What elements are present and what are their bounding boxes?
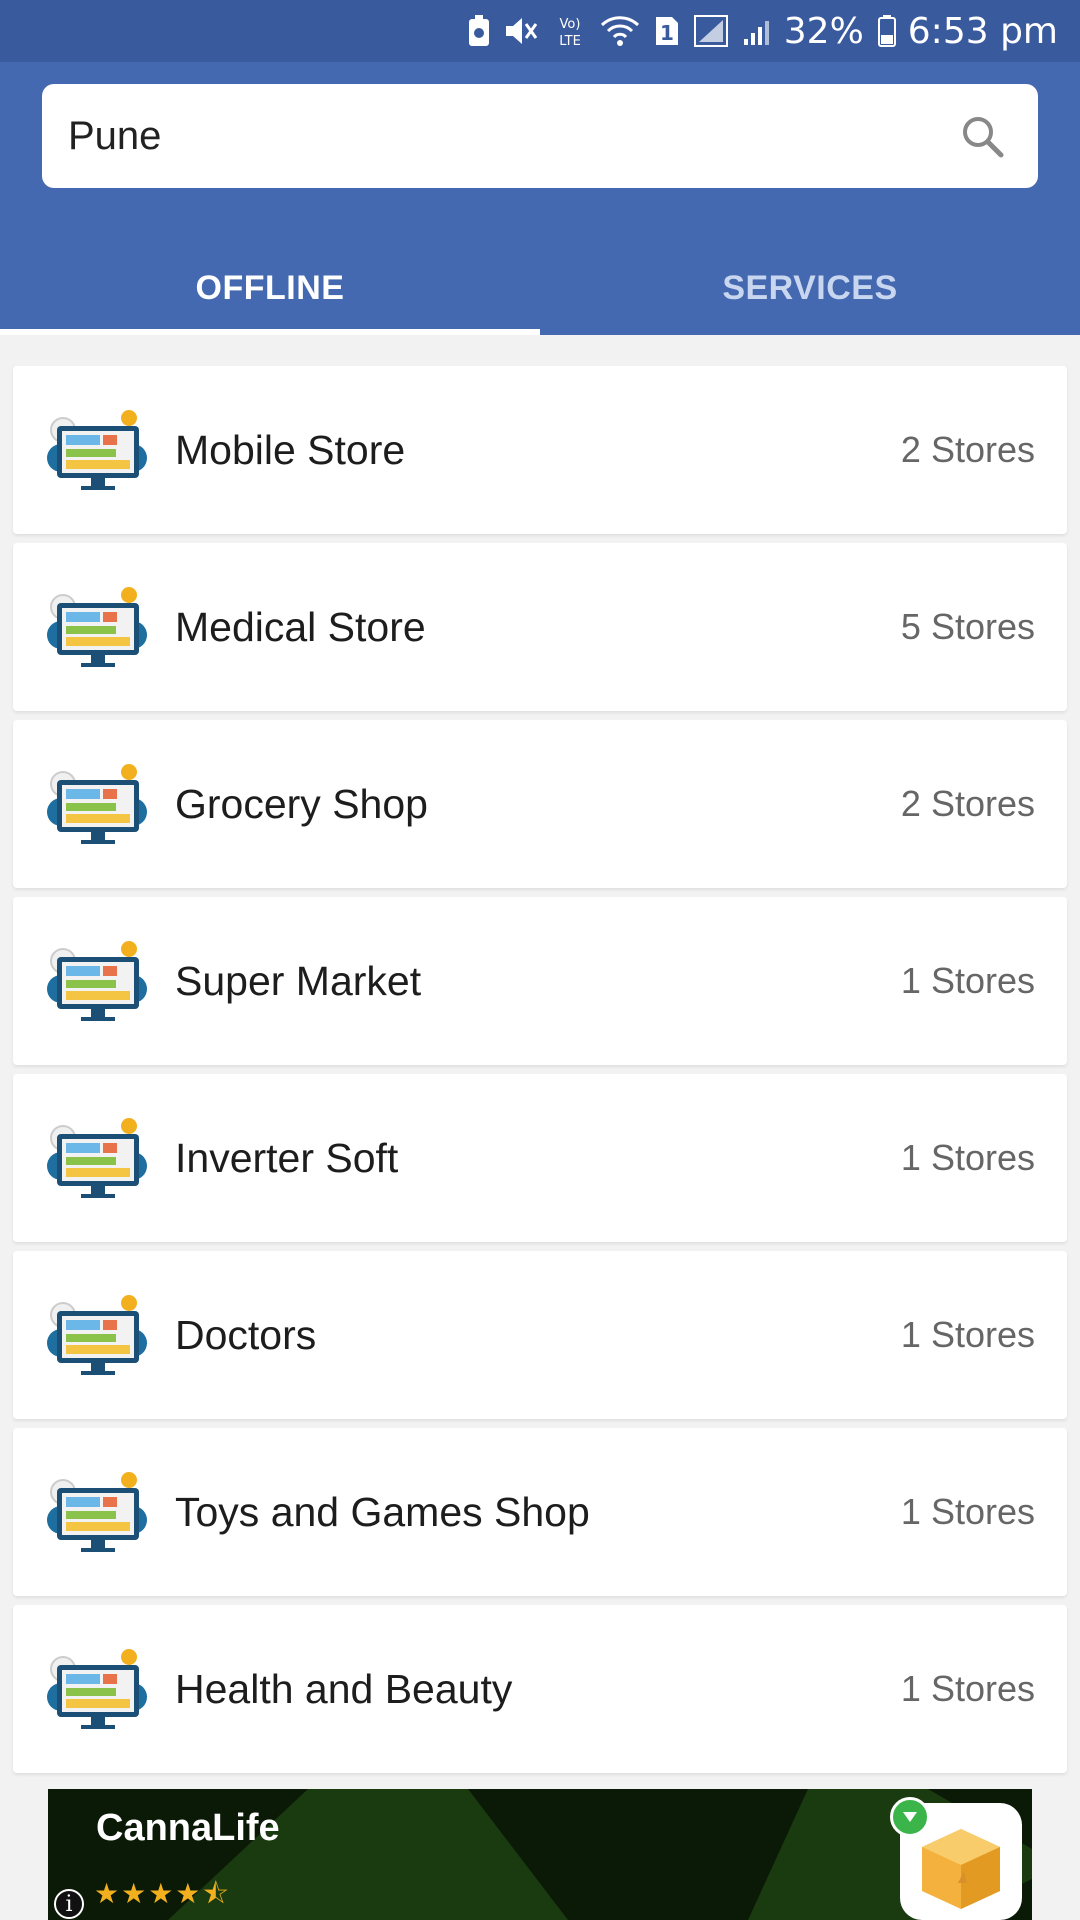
sim-label: 1 bbox=[660, 21, 674, 45]
category-icon bbox=[43, 404, 153, 496]
tab-bar: OFFLINE SERVICES bbox=[0, 247, 1080, 335]
category-icon bbox=[43, 1466, 153, 1558]
sim1-icon: 1 bbox=[654, 15, 680, 47]
store-count: 5 Stores bbox=[900, 606, 1035, 647]
category-icon bbox=[43, 1643, 153, 1735]
clock: 6:53 pm bbox=[907, 10, 1058, 52]
category-row[interactable]: Inverter Soft 1 Stores bbox=[13, 1074, 1067, 1242]
category-name: Super Market bbox=[175, 957, 422, 1004]
tab-offline[interactable]: OFFLINE bbox=[0, 247, 540, 335]
search-input[interactable] bbox=[68, 113, 942, 159]
volte-icon: Vo) LTE bbox=[554, 14, 586, 48]
category-icon bbox=[43, 1289, 153, 1381]
volte-top-label: Vo) bbox=[559, 17, 580, 32]
ad-info-icon[interactable]: i bbox=[54, 1889, 84, 1919]
status-bar: Vo) LTE 1 32% 6:53 pm bbox=[0, 0, 1080, 62]
category-row[interactable]: Health and Beauty 1 Stores bbox=[13, 1605, 1067, 1773]
ad-title: CannaLife bbox=[96, 1807, 280, 1849]
category-name: Doctors bbox=[175, 1311, 317, 1358]
category-row[interactable]: Grocery Shop 2 Stores bbox=[13, 720, 1067, 888]
store-count: 1 Stores bbox=[900, 1668, 1035, 1709]
category-row[interactable]: Mobile Store 2 Stores bbox=[13, 366, 1067, 534]
store-count: 1 Stores bbox=[900, 1491, 1035, 1532]
category-name: Grocery Shop bbox=[175, 780, 428, 827]
category-icon bbox=[43, 935, 153, 1027]
category-name: Inverter Soft bbox=[175, 1134, 399, 1181]
store-count: 2 Stores bbox=[900, 783, 1035, 824]
search-box[interactable] bbox=[42, 84, 1038, 188]
signal-icon-2 bbox=[742, 15, 774, 47]
category-icon bbox=[43, 581, 153, 673]
signal-icon bbox=[693, 15, 728, 47]
battery-saver-icon bbox=[468, 15, 490, 47]
store-count: 1 Stores bbox=[900, 1314, 1035, 1355]
search-icon[interactable] bbox=[942, 114, 1022, 158]
mute-icon bbox=[504, 15, 540, 47]
download-icon bbox=[890, 1797, 930, 1837]
category-name: Health and Beauty bbox=[175, 1665, 513, 1712]
battery-icon bbox=[877, 15, 896, 47]
category-icon bbox=[43, 758, 153, 850]
store-count: 2 Stores bbox=[900, 429, 1035, 470]
category-row[interactable]: Super Market 1 Stores bbox=[13, 897, 1067, 1065]
category-row[interactable]: Toys and Games Shop 1 Stores bbox=[13, 1428, 1067, 1596]
ad-rating-stars: ★★★★⯪ bbox=[94, 1878, 231, 1909]
category-row[interactable]: Doctors 1 Stores bbox=[13, 1251, 1067, 1419]
category-icon bbox=[43, 1112, 153, 1204]
tab-services[interactable]: SERVICES bbox=[540, 247, 1080, 335]
svg-text:LTE: LTE bbox=[559, 34, 581, 48]
category-name: Mobile Store bbox=[175, 426, 406, 473]
app-header: OFFLINE SERVICES bbox=[0, 62, 1080, 335]
ad-banner[interactable]: CannaLife ★★★★⯪ i bbox=[48, 1789, 1032, 1920]
store-count: 1 Stores bbox=[900, 1137, 1035, 1178]
store-count: 1 Stores bbox=[900, 960, 1035, 1001]
category-row[interactable]: Medical Store 5 Stores bbox=[13, 543, 1067, 711]
category-name: Toys and Games Shop bbox=[175, 1488, 590, 1535]
wifi-icon bbox=[600, 15, 640, 47]
battery-percent: 32% bbox=[783, 10, 864, 52]
category-name: Medical Store bbox=[175, 603, 426, 650]
